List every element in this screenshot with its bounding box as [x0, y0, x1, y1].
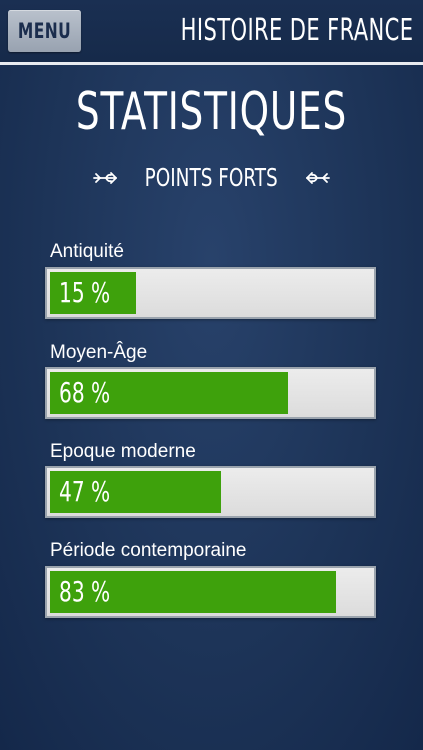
progress-bar-antiquite: 15 %: [45, 267, 376, 319]
stat-label-moyen-age: Moyen-Âge: [50, 342, 148, 363]
subtitle-row: POINTS FORTS: [0, 163, 423, 192]
subtitle: POINTS FORTS: [144, 163, 279, 192]
app-title: HISTOIRE DE FRANCE: [180, 13, 413, 48]
left-ornament-icon: [93, 171, 118, 184]
page-title: STATISTIQUES: [75, 82, 348, 142]
stat-label-epoque-moderne: Epoque moderne: [50, 441, 196, 462]
menu-button[interactable]: MENU: [8, 10, 81, 52]
header-divider: [0, 62, 423, 65]
right-ornament-icon: [305, 171, 330, 184]
progress-bar-periode-contemporaine: 83 %: [45, 566, 376, 618]
progress-bar-moyen-age: 68 %: [45, 367, 376, 419]
progress-bar-epoque-moderne: 47 %: [45, 466, 376, 518]
progress-value: 68 %: [59, 375, 111, 409]
progress-value: 15 %: [59, 275, 111, 309]
progress-value: 47 %: [59, 474, 111, 508]
stat-label-antiquite: Antiquité: [50, 241, 124, 262]
progress-value: 83 %: [59, 574, 111, 608]
stat-label-periode-contemporaine: Période contemporaine: [50, 540, 247, 561]
